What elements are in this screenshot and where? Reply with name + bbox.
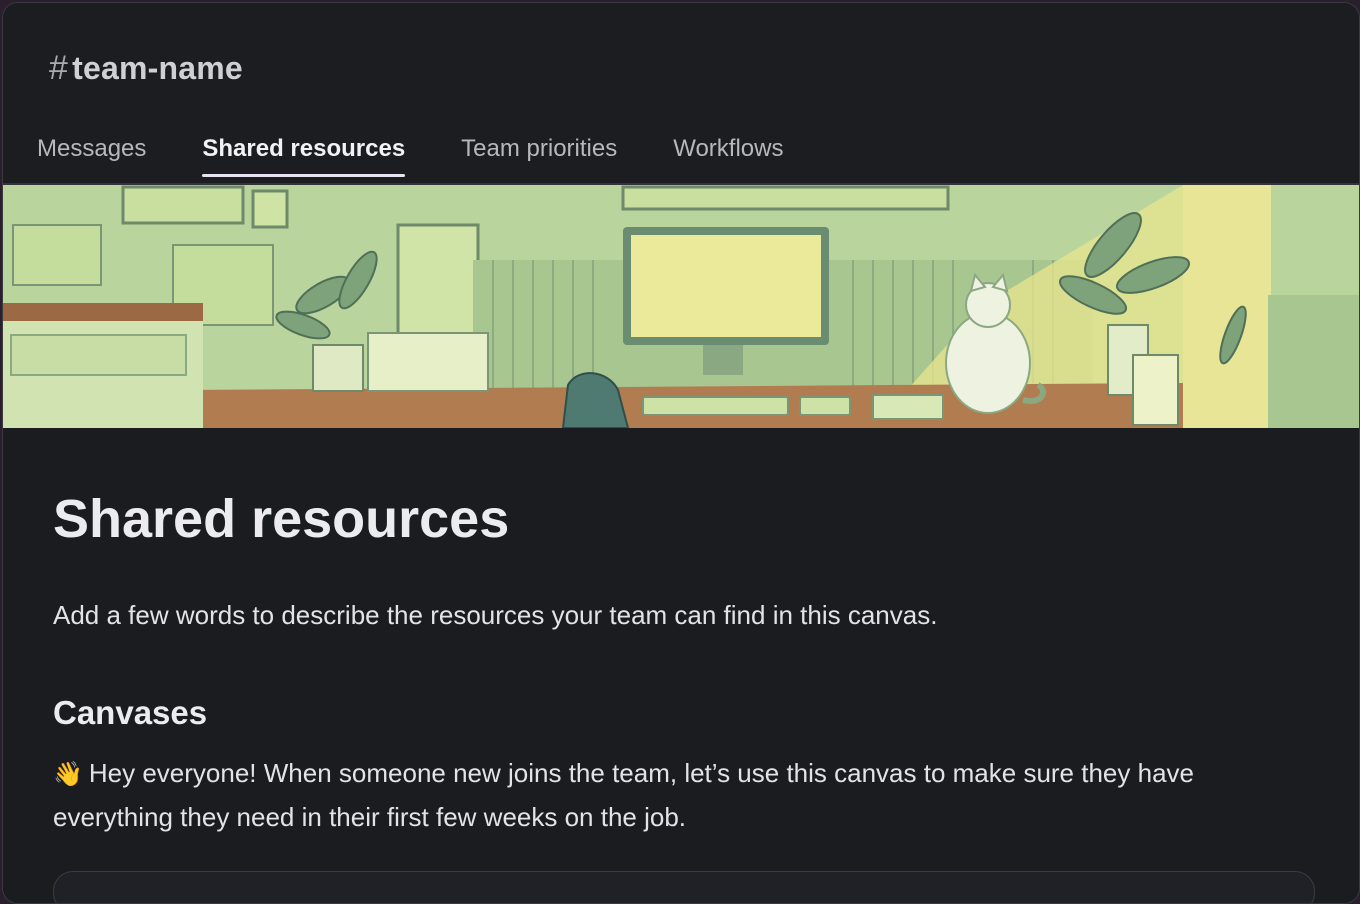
channel-tabs: Messages Shared resources Team prioritie…: [37, 131, 839, 177]
tab-team-priorities[interactable]: Team priorities: [461, 131, 617, 177]
tab-workflows[interactable]: Workflows: [673, 131, 783, 177]
section-body-text: Hey everyone! When someone new joins the…: [53, 758, 1194, 832]
canvas-description[interactable]: Add a few words to describe the resource…: [53, 600, 937, 631]
section-body[interactable]: 👋 Hey everyone! When someone new joins th…: [53, 752, 1293, 838]
section-heading[interactable]: Canvases: [53, 694, 207, 732]
canvas-content: Shared resources Add a few words to desc…: [3, 428, 1359, 903]
waving-hand-icon: 👋: [53, 761, 83, 788]
embedded-card[interactable]: [53, 871, 1315, 903]
illustration-desk-cat-icon: [3, 185, 1359, 428]
tab-messages[interactable]: Messages: [37, 131, 146, 177]
tab-shared-resources[interactable]: Shared resources: [202, 131, 405, 177]
hash-icon: #: [49, 49, 69, 87]
channel-window: # team-name Messages Shared resources Te…: [2, 2, 1360, 904]
channel-name: team-name: [72, 50, 243, 86]
channel-header: # team-name Messages Shared resources Te…: [3, 3, 1359, 185]
canvas-banner-image: [3, 185, 1359, 428]
canvas-title[interactable]: Shared resources: [53, 488, 509, 550]
channel-title[interactable]: # team-name: [49, 49, 243, 88]
